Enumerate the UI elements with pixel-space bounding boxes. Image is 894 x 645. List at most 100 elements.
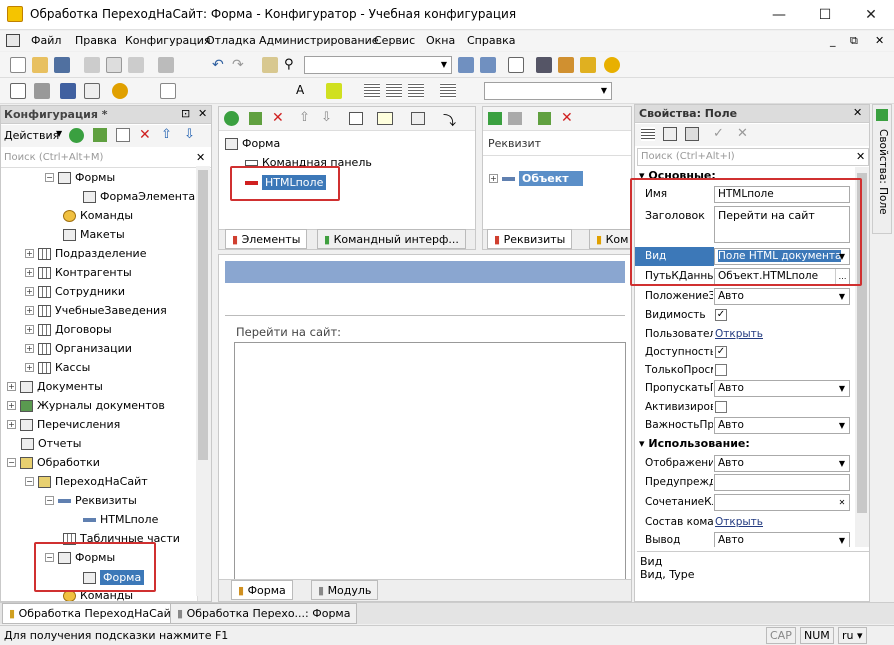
tree-item[interactable]: + Договоры [25,323,112,336]
window-tab-form[interactable]: ▮ Обработка Перехо...: Форма [170,603,358,624]
prop-output[interactable]: Вывод Авто ▼ [635,531,855,547]
expand-icon[interactable]: + [489,174,498,183]
chevron-down-icon[interactable]: ▼ [835,533,849,547]
search-combo[interactable]: ▼ [304,56,452,74]
scroll-thumb[interactable] [198,170,208,460]
prop-title-position[interactable]: ПоложениеЗаголовка Авто ▼ [635,287,855,306]
menu-admin[interactable]: Администрирование [259,34,379,47]
expand-icon[interactable]: + [25,325,34,334]
prop-importance-field[interactable]: Авто ▼ [714,417,850,434]
mdi-restore-icon[interactable]: ⧉ [850,34,858,48]
delete-icon[interactable]: ✕ [139,127,151,143]
prop-display-importance[interactable]: ВажностьПриОтображении Авто ▼ [635,416,855,435]
html-document-field[interactable] [234,342,626,582]
visible-checkbox[interactable]: ✓ [715,309,727,321]
tab-module[interactable]: ▮ Модуль [311,580,379,600]
new-icon[interactable] [10,57,26,73]
menu-service[interactable]: Сервис [374,34,415,47]
prop-command-set[interactable]: Состав командОткрыть [635,513,855,532]
font-color-icon[interactable]: A [296,83,312,99]
tab-commands[interactable]: ▮ Ком [589,229,631,249]
prop-warning[interactable]: Предупреждение [635,473,855,492]
copy-icon[interactable] [116,128,130,142]
prop-skip-field[interactable]: Авто ▼ [714,380,850,397]
clear-icon[interactable]: ✕ [835,495,849,510]
menu-windows[interactable]: Окна [426,34,455,47]
properties-search-input[interactable]: Поиск (Ctrl+Alt+I) ✕ [637,148,869,166]
prop-warning-field[interactable] [714,474,850,491]
close-icon[interactable]: ✕ [853,106,862,119]
align-center-icon[interactable] [386,83,402,99]
tab-attributes[interactable]: ▮ Реквизиты [487,229,573,249]
tree-item[interactable]: + Документы [7,380,103,393]
add-column-icon[interactable] [508,112,522,125]
align-right-icon[interactable] [408,83,424,99]
tree-item[interactable]: − Формы [45,171,115,184]
maximize-button[interactable]: ☐ [802,0,848,30]
search-icon[interactable]: ⚲ [284,57,300,73]
tree-item[interactable]: + Сотрудники [25,285,125,298]
prop-shortcut-field[interactable]: ✕ [714,494,850,511]
add-icon[interactable] [224,111,239,126]
tree-item[interactable]: − Обработки [7,456,100,469]
prop-skip-on-input[interactable]: ПропускатьПриВводе Авто ▼ [635,379,855,398]
table-icon[interactable] [84,83,100,99]
config-icon[interactable] [10,83,26,99]
move-up-icon[interactable]: ⇧ [161,127,172,142]
move-up-icon[interactable]: ⇧ [299,110,310,125]
tree-item[interactable]: Отчеты [21,437,81,450]
tree-item[interactable]: − Реквизиты [45,494,137,507]
expand-icon[interactable]: + [25,249,34,258]
redo-icon[interactable]: ↷ [232,57,248,73]
chevron-down-icon[interactable]: ▼ [835,381,849,396]
attribute-object-row[interactable]: + Объект [489,171,583,186]
find-icon[interactable] [262,57,278,73]
tree-item[interactable]: Команды [63,209,133,222]
filter-icon[interactable] [685,127,699,141]
chevron-down-icon[interactable]: ▼ [835,456,849,471]
prop-visible[interactable]: Видимость ✓ [635,306,855,325]
expand-icon[interactable]: + [25,306,34,315]
expand-icon[interactable]: + [25,268,34,277]
delete-icon[interactable]: ✕ [561,110,573,126]
section-use[interactable]: ▾ Использование: [639,437,750,450]
collapse-icon[interactable]: − [25,477,34,486]
activate-checkbox[interactable] [715,401,727,413]
chevron-down-icon[interactable]: ▼ [437,57,451,72]
window-tab-processing[interactable]: ▮ Обработка ПереходНаСайт [2,603,185,624]
pin-icon[interactable]: ⊡ [181,107,190,120]
close-button[interactable]: ✕ [848,0,894,30]
collapse-icon[interactable]: − [45,173,54,182]
cancel-icon[interactable]: ✕ [737,126,748,141]
minimize-button[interactable]: — [756,0,802,30]
indent-icon[interactable] [440,83,456,99]
expand-icon[interactable]: + [7,401,16,410]
highlight-icon[interactable] [326,83,342,99]
check-icon[interactable]: ✓ [713,126,724,141]
command-set-link[interactable]: Открыть [715,516,763,528]
prop-display[interactable]: Отображение Авто ▼ [635,454,855,473]
windows-icon[interactable] [508,57,524,73]
layout-icon[interactable] [377,112,393,125]
tree-item-form[interactable]: Форма [225,137,280,150]
info-icon[interactable] [604,57,620,73]
menu-help[interactable]: Справка [467,34,515,47]
close-icon[interactable]: ✕ [198,107,207,120]
open-icon[interactable] [32,57,48,73]
tree-item[interactable]: + Перечисления [7,418,120,431]
tab-elements[interactable]: ▮ Элементы [225,229,308,249]
tree-item[interactable]: + Журналы документов [7,399,165,412]
expand-icon[interactable]: + [7,382,16,391]
tree-item[interactable]: + Кассы [25,361,90,374]
chevron-down-icon[interactable]: ▼ [597,83,611,98]
edit-icon[interactable] [93,128,107,142]
tab-command-interface[interactable]: ▮ Командный интерф... [317,229,466,249]
undo-icon[interactable]: ↶ [212,57,228,73]
format-combo[interactable]: ▼ [484,82,612,100]
tree-item[interactable]: + Контрагенты [25,266,132,279]
menu-config[interactable]: Конфигурация [125,34,211,47]
prop-output-field[interactable]: Авто ▼ [714,532,850,547]
menu-debug[interactable]: Отладка [206,34,256,47]
actions-menu[interactable]: Действия [4,129,59,142]
tree-item[interactable]: − ПереходНаСайт [25,475,148,488]
